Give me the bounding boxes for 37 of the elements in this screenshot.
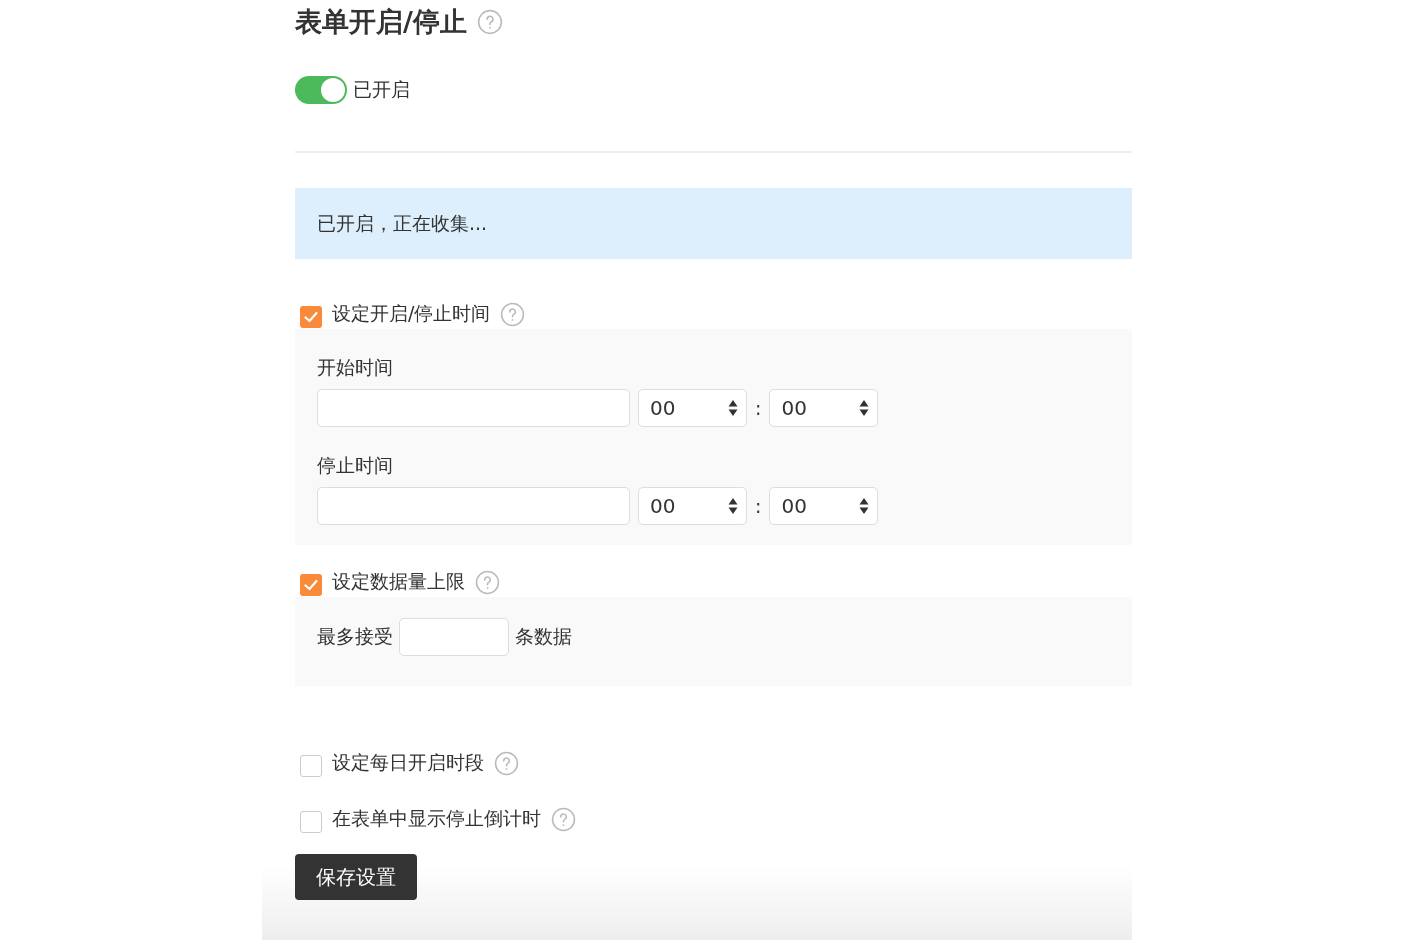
field-label: 停止时间	[317, 453, 394, 478]
check-icon	[304, 579, 318, 591]
help-icon[interactable]	[476, 9, 503, 35]
time-separator: :	[755, 397, 762, 419]
field-label: 开始时间	[317, 355, 394, 380]
check-icon	[304, 311, 318, 323]
checkbox[interactable]	[300, 811, 322, 833]
option-label: 设定数据量上限	[332, 569, 465, 594]
checkbox[interactable]	[300, 306, 322, 328]
sort-arrows-icon	[859, 497, 870, 515]
help-icon[interactable]	[551, 806, 576, 832]
toggle-switch[interactable]	[295, 76, 347, 104]
hour-select[interactable]: 00	[638, 389, 747, 427]
limit-input[interactable]	[399, 618, 509, 656]
date-input[interactable]	[317, 389, 630, 427]
option-label: 在表单中显示停止倒计时	[332, 806, 541, 831]
toggle-label: 已开启	[353, 77, 410, 102]
sort-arrows-icon	[859, 399, 870, 417]
hour-select[interactable]: 00	[638, 487, 747, 525]
help-icon[interactable]	[500, 301, 526, 327]
option-label: 设定每日开启时段	[332, 750, 484, 775]
limit-prefix: 最多接受	[317, 624, 393, 649]
checkbox[interactable]	[300, 574, 322, 596]
help-icon[interactable]	[475, 569, 500, 595]
sort-arrows-icon	[728, 399, 738, 417]
option-label: 设定开启/停止时间	[332, 301, 491, 326]
help-icon[interactable]	[494, 750, 519, 776]
checkbox[interactable]	[300, 755, 322, 777]
minute-select[interactable]: 00	[769, 389, 879, 427]
date-input[interactable]	[317, 487, 630, 525]
limit-suffix: 条数据	[515, 624, 572, 649]
minute-select[interactable]: 00	[769, 487, 879, 525]
save-button[interactable]: 保存设置	[295, 854, 417, 900]
page-title: 表单开启/停止	[295, 5, 467, 39]
status-notice: 已开启，正在收集...	[295, 188, 1132, 259]
time-separator: :	[755, 495, 762, 517]
sort-arrows-icon	[728, 497, 738, 515]
